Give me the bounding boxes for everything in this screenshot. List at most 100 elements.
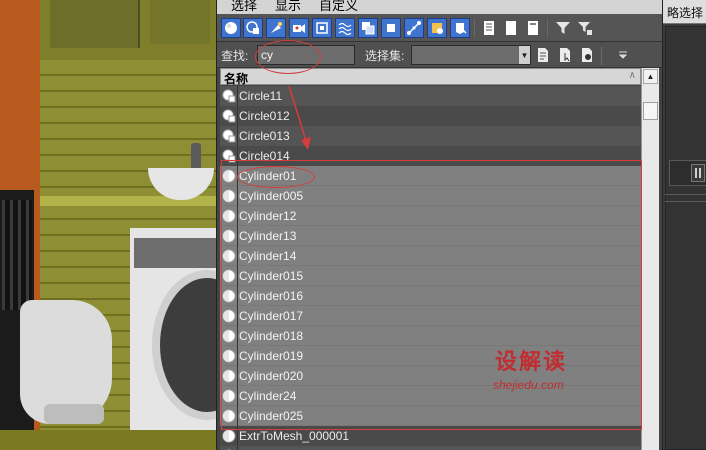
viewport-washer-panel [134, 238, 216, 268]
dropdown-arrow-icon[interactable]: ▼ [519, 46, 530, 64]
display-none-icon[interactable] [479, 18, 499, 38]
edit-selection-set-icon[interactable] [535, 46, 551, 64]
column-header-label: 名称 [224, 72, 249, 86]
geometry-object-icon[interactable] [220, 186, 238, 206]
viewport-floor [0, 430, 216, 450]
app-window: 选择 显示 自定义 查找: cy 选择集: ▼ 名称 ∧ Circle11 Ci… [0, 0, 706, 450]
list-item[interactable]: Circle11 [220, 86, 641, 106]
geometry-object-icon[interactable] [220, 446, 238, 450]
list-item[interactable]: Cylinder01 [220, 166, 641, 186]
watermark-logo: 设解读 [495, 350, 568, 375]
right-panel-title-text: 略选择 [667, 6, 704, 20]
column-divider [237, 346, 238, 366]
geometry-object-icon[interactable] [220, 406, 238, 426]
list-item[interactable]: Cylinder015 [220, 266, 641, 286]
column-divider [237, 226, 238, 246]
display-shapes-icon[interactable] [243, 18, 263, 38]
list-item[interactable]: Cylinder025 [220, 406, 641, 426]
list-item[interactable]: Cylinder018 [220, 326, 641, 346]
geometry-object-icon[interactable] [220, 286, 238, 306]
right-panel-body [665, 26, 706, 450]
display-all-icon[interactable] [450, 18, 470, 38]
column-divider [237, 166, 238, 186]
display-helpers-icon[interactable] [312, 18, 332, 38]
find-label: 查找: [221, 49, 249, 63]
scroll-up-arrow-icon[interactable]: ▲ [643, 69, 658, 84]
list-item[interactable]: Cylinder016 [220, 286, 641, 306]
filter-list-icon[interactable] [575, 18, 595, 38]
geometry-object-icon[interactable] [220, 346, 238, 366]
geometry-object-icon[interactable] [220, 426, 238, 446]
menu-bar: 选择 显示 自定义 [217, 0, 663, 14]
list-item[interactable]: Cylinder13 [220, 226, 641, 246]
display-lights-icon[interactable] [266, 18, 286, 38]
highlight-objects-icon[interactable] [579, 46, 595, 64]
vertical-scrollbar[interactable]: ▲ [641, 68, 659, 450]
object-name: Cylinder016 [239, 288, 304, 303]
list-item[interactable]: Circle013 [220, 126, 641, 146]
menu-item-select[interactable]: 选择 [231, 0, 257, 14]
column-divider [237, 126, 238, 146]
column-header-name[interactable]: 名称 ∧ [220, 68, 641, 86]
filter-icon[interactable] [553, 18, 573, 38]
object-name: Cylinder015 [239, 268, 304, 283]
geometry-object-icon[interactable] [220, 246, 238, 266]
list-item[interactable]: Cylinder019 [220, 346, 641, 366]
object-name: Cylinder12 [239, 208, 297, 223]
list-item[interactable]: Cylinder24 [220, 386, 641, 406]
column-divider [237, 286, 238, 306]
viewport-toilet-base [44, 404, 104, 424]
object-name: Cylinder020 [239, 368, 304, 383]
geometry-object-icon[interactable] [220, 386, 238, 406]
column-divider [237, 306, 238, 326]
list-item[interactable]: Cylinder12 [220, 206, 641, 226]
geometry-object-icon[interactable] [220, 306, 238, 326]
menu-item-display[interactable]: 显示 [275, 0, 301, 14]
shape-object-icon[interactable] [220, 106, 238, 126]
display-bones-icon[interactable] [404, 18, 424, 38]
display-particles-icon[interactable] [427, 18, 447, 38]
pause-icon[interactable] [691, 164, 705, 182]
object-name: Circle014 [239, 149, 290, 163]
scroll-thumb[interactable] [643, 102, 658, 120]
list-item[interactable]: Circle014 [220, 146, 641, 166]
geometry-object-icon[interactable] [220, 206, 238, 226]
list-item[interactable]: Cylinder14 [220, 246, 641, 266]
display-groups-icon[interactable] [358, 18, 378, 38]
filter-toolbar [217, 14, 663, 42]
more-options-icon[interactable] [615, 46, 631, 64]
find-input[interactable] [257, 45, 355, 65]
object-name: Circle012 [239, 109, 290, 123]
geometry-object-icon[interactable] [220, 226, 238, 246]
geometry-object-icon[interactable] [220, 326, 238, 346]
display-spacewarps-icon[interactable] [335, 18, 355, 38]
list-item[interactable]: Cylinder020 [220, 366, 641, 386]
shape-object-icon[interactable] [220, 146, 238, 166]
scene-explorer: 选择 显示 自定义 查找: cy 选择集: ▼ 名称 ∧ Circle11 Ci… [216, 0, 663, 450]
filter-options-icon[interactable] [523, 18, 543, 38]
object-name: Cylinder017 [239, 308, 304, 323]
shape-object-icon[interactable] [220, 86, 238, 106]
geometry-object-icon[interactable] [220, 366, 238, 386]
list-item[interactable]: Circle012 [220, 106, 641, 126]
column-divider [237, 186, 238, 206]
viewport-cabinet-right [150, 0, 210, 44]
display-geometry-icon[interactable] [221, 18, 241, 38]
geometry-object-icon[interactable] [220, 166, 238, 186]
column-divider [237, 366, 238, 386]
list-item[interactable] [220, 446, 641, 450]
viewport-3d[interactable] [0, 0, 216, 450]
list-item[interactable]: Cylinder005 [220, 186, 641, 206]
display-cameras-icon[interactable] [289, 18, 309, 38]
menu-item-customize[interactable]: 自定义 [319, 0, 358, 14]
sort-ascending-icon: ∧ [628, 70, 636, 81]
select-objects-icon[interactable] [557, 46, 573, 64]
selection-set-dropdown[interactable]: ▼ [411, 45, 531, 65]
display-xrefs-icon[interactable] [381, 18, 401, 38]
shape-object-icon[interactable] [220, 126, 238, 146]
column-divider [237, 106, 238, 126]
list-item[interactable]: ExtrToMesh_000001 [220, 426, 641, 446]
list-item[interactable]: Cylinder017 [220, 306, 641, 326]
geometry-object-icon[interactable] [220, 266, 238, 286]
invert-display-icon[interactable] [501, 18, 521, 38]
